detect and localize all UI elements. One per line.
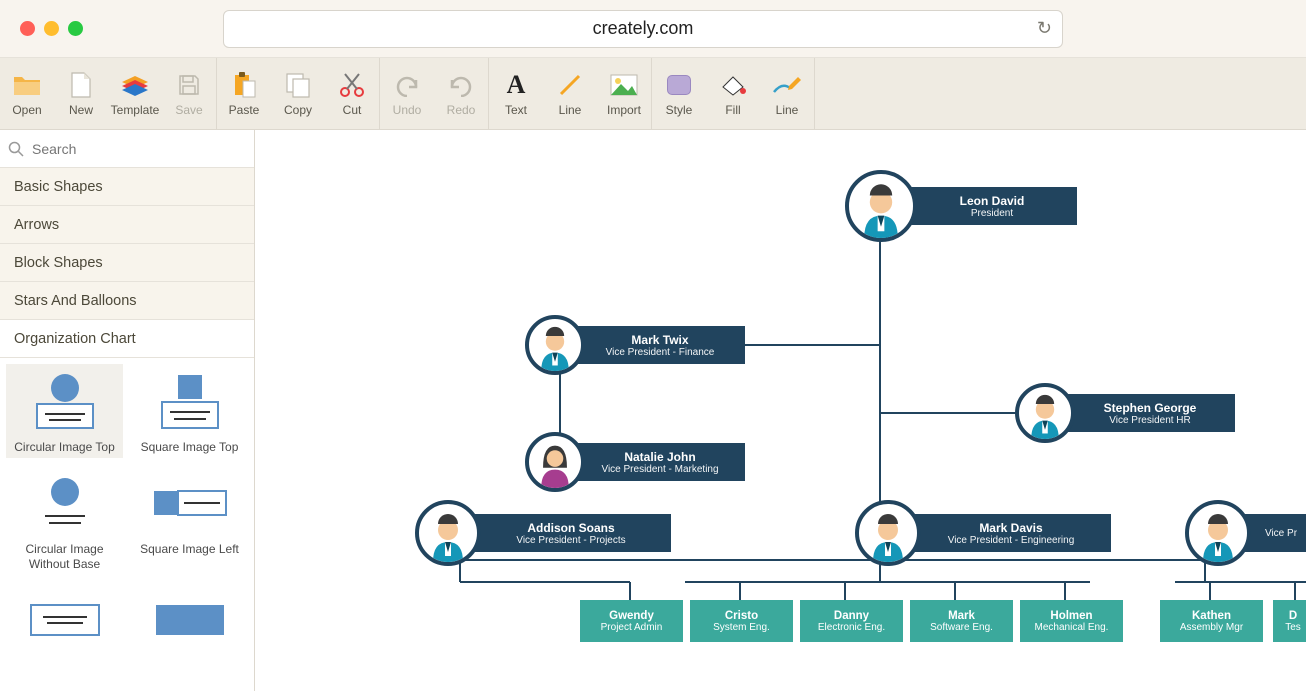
url-text: creately.com — [593, 18, 694, 39]
window-minimize-button[interactable] — [44, 21, 59, 36]
sidebar: Basic Shapes Arrows Block Shapes Stars A… — [0, 130, 255, 691]
undo-icon — [392, 71, 422, 99]
line-style-button[interactable]: Line — [760, 58, 814, 129]
shape-square-image-top[interactable]: Square Image Top — [131, 364, 248, 458]
shape-preview-icon — [23, 587, 107, 653]
redo-button[interactable]: Redo — [434, 58, 488, 129]
template-button[interactable]: Template — [108, 58, 162, 129]
open-button[interactable]: Open — [0, 58, 54, 129]
avatar-icon — [855, 500, 921, 566]
canvas[interactable]: Leon David President Mark Twix Vice Pres… — [255, 130, 1306, 691]
fill-icon — [718, 71, 748, 99]
org-label: Mark Twix Vice President - Finance — [575, 326, 745, 364]
shape-preview-icon — [148, 470, 232, 536]
search-icon — [8, 141, 24, 157]
copy-button[interactable]: Copy — [271, 58, 325, 129]
traffic-lights — [20, 21, 83, 36]
text-icon: A — [501, 71, 531, 99]
line-icon — [555, 71, 585, 99]
shapes-grid: Circular Image Top Square Image Top Circ… — [0, 358, 254, 691]
window-close-button[interactable] — [20, 21, 35, 36]
sidebar-cat-block-shapes[interactable]: Block Shapes — [0, 244, 254, 282]
shape-preview-icon — [148, 587, 232, 653]
org-box-holmen[interactable]: Holmen Mechanical Eng. — [1020, 600, 1123, 642]
sidebar-cat-arrows[interactable]: Arrows — [0, 206, 254, 244]
window-zoom-button[interactable] — [68, 21, 83, 36]
org-label: Stephen George Vice President HR — [1065, 394, 1235, 432]
file-icon — [66, 71, 96, 99]
avatar-icon — [1015, 383, 1075, 443]
text-button[interactable]: A Text — [489, 58, 543, 129]
import-button[interactable]: Import — [597, 58, 651, 129]
template-icon — [120, 71, 150, 99]
search-wrap — [0, 130, 254, 168]
sidebar-cat-basic-shapes[interactable]: Basic Shapes — [0, 168, 254, 206]
toolbar: Open New Template Save Paste — [0, 58, 1306, 130]
style-button[interactable]: Style — [652, 58, 706, 129]
cut-icon — [337, 71, 367, 99]
main: Basic Shapes Arrows Block Shapes Stars A… — [0, 130, 1306, 691]
shape-circular-image-top[interactable]: Circular Image Top — [6, 364, 123, 458]
org-box-kathen[interactable]: Kathen Assembly Mgr — [1160, 600, 1263, 642]
sidebar-cat-org-chart[interactable]: Organization Chart — [0, 320, 254, 358]
shape-preview-icon — [23, 368, 107, 434]
save-button[interactable]: Save — [162, 58, 216, 129]
org-node-vp-marketing[interactable]: Natalie John Vice President - Marketing — [525, 432, 745, 492]
search-input[interactable] — [32, 141, 246, 157]
redo-icon — [446, 71, 476, 99]
image-icon — [609, 71, 639, 99]
shape-square-image-left[interactable]: Square Image Left — [131, 466, 248, 575]
shape-preview-icon — [23, 470, 107, 536]
org-node-president[interactable]: Leon David President — [845, 170, 1077, 242]
shape-preview-icon — [148, 368, 232, 434]
org-box-mark[interactable]: Mark Software Eng. — [910, 600, 1013, 642]
avatar-icon — [1185, 500, 1251, 566]
org-label: Addison Soans Vice President - Projects — [471, 514, 671, 552]
org-box-danny[interactable]: Danny Electronic Eng. — [800, 600, 903, 642]
pencil-icon — [772, 71, 802, 99]
shape-extra-2[interactable] — [131, 583, 248, 663]
new-button[interactable]: New — [54, 58, 108, 129]
avatar-icon — [525, 432, 585, 492]
org-node-vp-hr[interactable]: Stephen George Vice President HR — [1015, 383, 1235, 443]
org-node-vp-partial[interactable]: Vice Pr — [1185, 500, 1306, 566]
org-label: Mark Davis Vice President - Engineering — [911, 514, 1111, 552]
org-node-vp-projects[interactable]: Addison Soans Vice President - Projects — [415, 500, 671, 566]
line-button[interactable]: Line — [543, 58, 597, 129]
org-box-gwendy[interactable]: Gwendy Project Admin — [580, 600, 683, 642]
copy-icon — [283, 71, 313, 99]
refresh-icon[interactable]: ↻ — [1037, 18, 1052, 39]
undo-button[interactable]: Undo — [380, 58, 434, 129]
org-label: Leon David President — [907, 187, 1077, 225]
shape-extra-1[interactable] — [6, 583, 123, 663]
shape-circular-image-no-base[interactable]: Circular Image Without Base — [6, 466, 123, 575]
org-label: Natalie John Vice President - Marketing — [575, 443, 745, 481]
cut-button[interactable]: Cut — [325, 58, 379, 129]
browser-chrome: creately.com ↻ — [0, 0, 1306, 58]
org-box-partial[interactable]: D Tes — [1273, 600, 1306, 642]
paste-icon — [229, 71, 259, 99]
org-box-cristo[interactable]: Cristo System Eng. — [690, 600, 793, 642]
save-icon — [174, 71, 204, 99]
avatar-icon — [845, 170, 917, 242]
avatar-icon — [415, 500, 481, 566]
style-icon — [664, 71, 694, 99]
avatar-icon — [525, 315, 585, 375]
url-bar[interactable]: creately.com ↻ — [223, 10, 1063, 48]
fill-button[interactable]: Fill — [706, 58, 760, 129]
sidebar-cat-stars-balloons[interactable]: Stars And Balloons — [0, 282, 254, 320]
org-node-vp-finance[interactable]: Mark Twix Vice President - Finance — [525, 315, 745, 375]
folder-icon — [12, 71, 42, 99]
paste-button[interactable]: Paste — [217, 58, 271, 129]
org-node-vp-engineering[interactable]: Mark Davis Vice President - Engineering — [855, 500, 1111, 566]
